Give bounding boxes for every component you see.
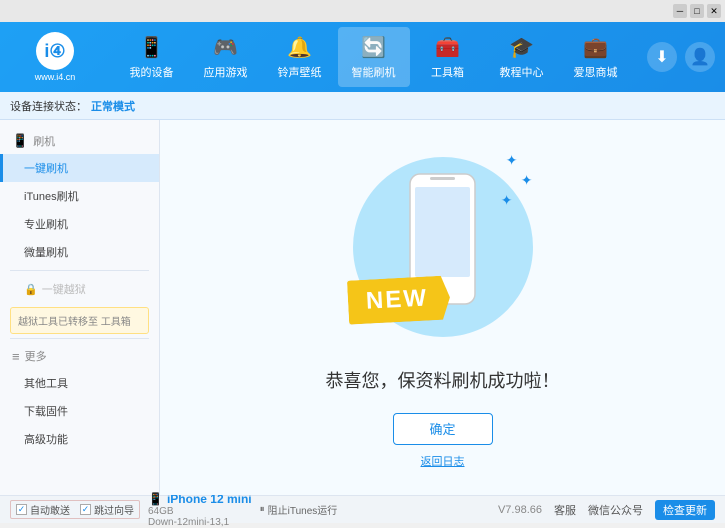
sidebar-item-other-tools[interactable]: 其他工具 xyxy=(0,369,159,397)
sidebar-divider-1 xyxy=(10,270,149,271)
sidebar-item-one-key-flash[interactable]: 一键刷机 xyxy=(0,154,159,182)
sidebar-section-more: ≡ 更多 其他工具 下载固件 高级功能 xyxy=(0,343,159,453)
minimize-button[interactable]: ─ xyxy=(673,4,687,18)
sidebar-jailbreak-header: 🔒 一键越狱 xyxy=(0,275,159,303)
confirm-button[interactable]: 确定 xyxy=(393,413,493,445)
check-update-button[interactable]: 检查更新 xyxy=(655,500,715,520)
sidebar-section-jailbreak: 🔒 一键越狱 越狱工具已转移至 工具箱 xyxy=(0,275,159,334)
sidebar-warning: 越狱工具已转移至 工具箱 xyxy=(10,307,149,334)
device-info: 📱 iPhone 12 mini 64GB Down-12mini-13,1 xyxy=(148,492,252,528)
back-button[interactable]: 返回日志 xyxy=(421,453,465,469)
sidebar-more-header[interactable]: ≡ 更多 xyxy=(0,343,159,369)
logo-icon: i④ xyxy=(36,32,74,70)
nav-items: 📱 我的设备 🎮 应用游戏 🔔 铃声壁纸 🔄 智能刷机 🧰 工具箱 🎓 教程中心… xyxy=(100,27,647,87)
auto-start-label: 自动敢送 xyxy=(30,502,70,517)
nav-smart-flash-label: 智能刷机 xyxy=(352,64,396,80)
ringtones-icon: 🔔 xyxy=(287,35,312,60)
stop-icon: ⏸ xyxy=(260,504,265,515)
smart-flash-icon: 🔄 xyxy=(361,35,386,60)
warning-text: 越狱工具已转移至 工具箱 xyxy=(18,317,131,328)
title-bar: ─ □ ✕ xyxy=(0,0,725,22)
sidebar-divider-2 xyxy=(10,338,149,339)
illustration: ✦ ✦ ✦ NEW ✦ ✦ xyxy=(343,147,543,347)
sidebar-item-micro-flash[interactable]: 微量刷机 xyxy=(0,238,159,266)
nav-my-device-label: 我的设备 xyxy=(130,64,174,80)
stop-itunes[interactable]: ⏸ 阻止iTunes运行 xyxy=(260,502,338,517)
wechat-public-link[interactable]: 微信公众号 xyxy=(588,502,643,518)
nav-right: ⬇ 👤 xyxy=(647,42,715,72)
nav-apps-games[interactable]: 🎮 应用游戏 xyxy=(190,27,262,87)
user-button[interactable]: 👤 xyxy=(685,42,715,72)
flash-section-label: 刷机 xyxy=(33,133,55,149)
checkbox-group: 自动敢送 跳过向导 xyxy=(10,500,140,519)
nav-fan-store[interactable]: 💼 爱思商城 xyxy=(560,27,632,87)
fan-store-icon: 💼 xyxy=(583,35,608,60)
logo-url: www.i4.cn xyxy=(35,72,76,82)
device-firmware: Down-12mini-13,1 xyxy=(148,517,252,528)
nav-smart-flash[interactable]: 🔄 智能刷机 xyxy=(338,27,410,87)
new-ribbon: NEW ✦ ✦ xyxy=(348,278,450,322)
customer-service-link[interactable]: 客服 xyxy=(554,502,576,518)
nav-toolbox[interactable]: 🧰 工具箱 xyxy=(412,27,484,87)
advanced-label: 高级功能 xyxy=(24,434,68,446)
sparkle-2: ✦ xyxy=(521,172,533,189)
one-key-flash-label: 一键刷机 xyxy=(24,163,68,175)
sidebar-flash-header[interactable]: 📱 刷机 xyxy=(0,128,159,154)
lock-icon: 🔒 xyxy=(24,283,38,296)
nav-tutorials-label: 教程中心 xyxy=(500,64,544,80)
toolbox-icon: 🧰 xyxy=(435,35,460,60)
apps-games-icon: 🎮 xyxy=(213,35,238,60)
sparkle-1: ✦ xyxy=(506,152,518,169)
micro-flash-label: 微量刷机 xyxy=(24,247,68,259)
status-label: 设备连接状态： xyxy=(10,98,87,114)
sidebar-item-download-firmware[interactable]: 下载固件 xyxy=(0,397,159,425)
nav-ringtones-label: 铃声壁纸 xyxy=(278,64,322,80)
bottom-left: 自动敢送 跳过向导 📱 iPhone 12 mini 64GB Down-12m… xyxy=(10,492,490,528)
skip-wizard-label: 跳过向导 xyxy=(94,502,134,517)
sidebar-section-flash: 📱 刷机 一键刷机 iTunes刷机 专业刷机 微量刷机 xyxy=(0,128,159,266)
maximize-button[interactable]: □ xyxy=(690,4,704,18)
auto-start-checkbox[interactable] xyxy=(16,504,27,515)
sidebar-item-pro-flash[interactable]: 专业刷机 xyxy=(0,210,159,238)
download-button[interactable]: ⬇ xyxy=(647,42,677,72)
pro-flash-label: 专业刷机 xyxy=(24,219,68,231)
nav-toolbox-label: 工具箱 xyxy=(431,64,464,80)
main-area: 📱 刷机 一键刷机 iTunes刷机 专业刷机 微量刷机 🔒 一键越狱 xyxy=(0,120,725,495)
logo-text: i④ xyxy=(44,41,65,62)
bottom-bar: 自动敢送 跳过向导 📱 iPhone 12 mini 64GB Down-12m… xyxy=(0,495,725,523)
header-nav: i④ www.i4.cn 📱 我的设备 🎮 应用游戏 🔔 铃声壁纸 🔄 智能刷机… xyxy=(0,22,725,92)
nav-apps-games-label: 应用游戏 xyxy=(204,64,248,80)
device-storage: 64GB xyxy=(148,506,252,517)
flash-section-icon: 📱 xyxy=(12,133,28,149)
sidebar-item-itunes-flash[interactable]: iTunes刷机 xyxy=(0,182,159,210)
nav-my-device[interactable]: 📱 我的设备 xyxy=(116,27,188,87)
nav-fan-store-label: 爱思商城 xyxy=(574,64,618,80)
my-device-icon: 📱 xyxy=(139,35,164,60)
version-text: V7.98.66 xyxy=(498,504,542,516)
status-value: 正常模式 xyxy=(91,98,135,114)
more-section-icon: ≡ xyxy=(12,349,20,364)
sidebar-item-advanced[interactable]: 高级功能 xyxy=(0,425,159,453)
nav-tutorials[interactable]: 🎓 教程中心 xyxy=(486,27,558,87)
close-button[interactable]: ✕ xyxy=(707,4,721,18)
download-firmware-label: 下载固件 xyxy=(24,406,68,418)
sub-header: 设备连接状态： 正常模式 xyxy=(0,92,725,120)
skip-wizard-checkbox[interactable] xyxy=(80,504,91,515)
itunes-flash-label: iTunes刷机 xyxy=(24,191,79,203)
sparkle-3: ✦ xyxy=(501,192,513,209)
bottom-right: V7.98.66 客服 微信公众号 检查更新 xyxy=(498,500,715,520)
nav-ringtones[interactable]: 🔔 铃声壁纸 xyxy=(264,27,336,87)
logo-area: i④ www.i4.cn xyxy=(10,32,100,82)
skip-wizard-item[interactable]: 跳过向导 xyxy=(80,502,134,517)
content-area: ✦ ✦ ✦ NEW ✦ ✦ 恭喜您，保资料刷机成功啦！ 确定 xyxy=(160,120,725,495)
more-section-label: 更多 xyxy=(25,348,47,364)
jailbreak-label: 一键越狱 xyxy=(42,281,86,297)
sidebar: 📱 刷机 一键刷机 iTunes刷机 专业刷机 微量刷机 🔒 一键越狱 xyxy=(0,120,160,495)
other-tools-label: 其他工具 xyxy=(24,378,68,390)
success-message: 恭喜您，保资料刷机成功啦！ xyxy=(326,367,560,393)
auto-start-item[interactable]: 自动敢送 xyxy=(16,502,70,517)
tutorials-icon: 🎓 xyxy=(509,35,534,60)
stop-itunes-label: 阻止iTunes运行 xyxy=(268,502,338,517)
